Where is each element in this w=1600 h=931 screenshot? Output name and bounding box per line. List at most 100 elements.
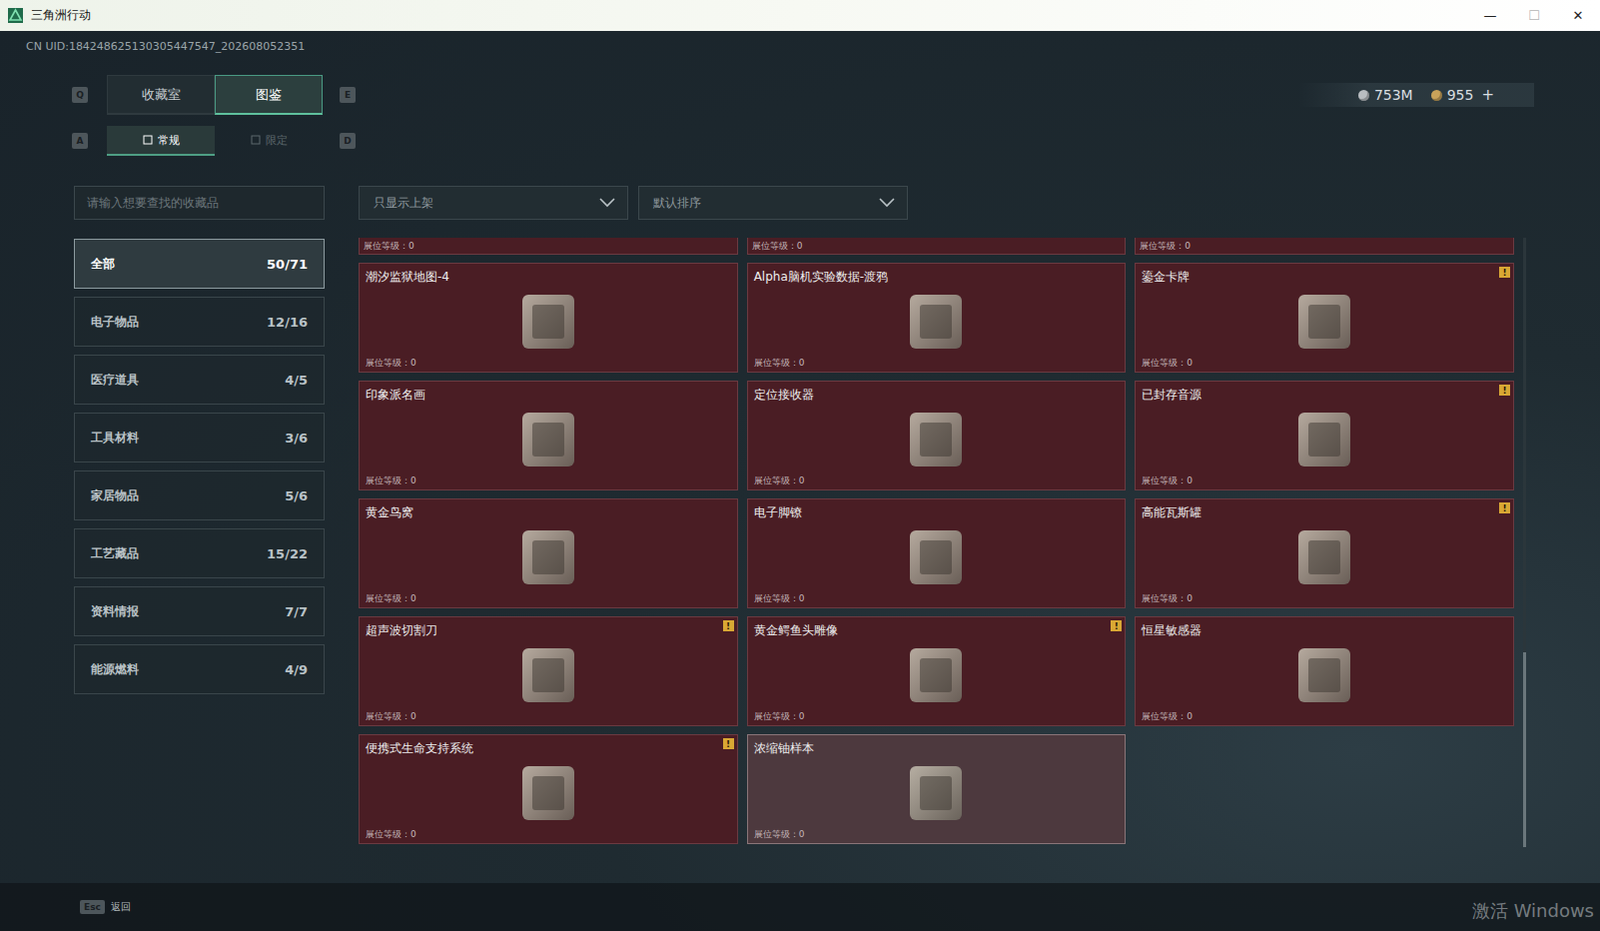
- item-card[interactable]: 浓缩铀样本展位等级：0: [747, 734, 1127, 844]
- key-hint: Esc: [79, 899, 105, 914]
- sub-tab[interactable]: 常规: [106, 125, 215, 156]
- main-tab-row: Q 收藏室图鉴 E 753M 955 +: [0, 74, 1600, 115]
- item-level: 展位等级：0: [365, 357, 732, 369]
- item-picture: [365, 638, 732, 712]
- partial-card[interactable]: 展位等级：0: [1134, 237, 1515, 255]
- scrollbar[interactable]: [1523, 237, 1527, 847]
- key-hint: E: [339, 86, 356, 103]
- item-card[interactable]: 鎏金卡牌展位等级：0!: [1134, 262, 1515, 373]
- item-level: 展位等级：0: [754, 357, 1120, 369]
- item-picture: [754, 520, 1120, 594]
- category-count: 4/9: [284, 662, 308, 678]
- item-level: 展位等级：0: [754, 475, 1120, 487]
- item-name: 黄金鳄鱼头雕像: [754, 622, 1120, 639]
- category-item[interactable]: 医疗道具4/5: [73, 354, 325, 405]
- item-card[interactable]: 潮汐监狱地图-4 展位等级：0: [358, 262, 739, 373]
- main-tabs: 收藏室图鉴: [106, 74, 323, 115]
- content-body: 全部50/71 电子物品12/16 医疗道具4/5 工具材料3/6 家居物品5/6 工艺藏…: [0, 185, 1600, 847]
- category-item[interactable]: 资料情报7/7: [73, 586, 325, 637]
- item-name: 电子脚镣: [754, 504, 1120, 521]
- game-logo-icon: [7, 7, 23, 23]
- category-item[interactable]: 全部50/71: [73, 238, 325, 289]
- item-picture-icon: [1286, 524, 1363, 591]
- item-name: 潮汐监狱地图-4: [365, 268, 732, 285]
- key-hint: A: [71, 132, 88, 149]
- category-item[interactable]: 工具材料3/6: [73, 412, 325, 463]
- item-card[interactable]: 黄金鸟窝展位等级：0: [358, 498, 739, 609]
- title-bar: 三角洲行动—☐✕: [0, 0, 1600, 31]
- search-input[interactable]: [73, 185, 325, 220]
- item-name: 便携式生命支持系统: [365, 740, 732, 757]
- sub-tab[interactable]: 限定: [214, 125, 323, 156]
- key-hint: D: [339, 132, 356, 149]
- window-control-button[interactable]: —: [1468, 0, 1513, 31]
- item-card[interactable]: 电子脚镣展位等级：0: [747, 498, 1127, 609]
- item-card[interactable]: 已封存音源展位等级：0!: [1134, 380, 1515, 491]
- item-name: 定位接收器: [754, 386, 1120, 403]
- category-list: 全部50/71 电子物品12/16 医疗道具4/5 工具材料3/6 家居物品5/6 工艺藏…: [73, 238, 325, 695]
- currency-bar: 753M 955 +: [1298, 82, 1535, 107]
- scrollbar-thumb[interactable]: [1523, 652, 1527, 847]
- item-card[interactable]: 便携式生命支持系统展位等级：0!: [358, 734, 739, 844]
- main-tab[interactable]: 图鉴: [214, 74, 323, 115]
- key-hint: Q: [71, 86, 88, 103]
- item-card[interactable]: 超声波切割刀展位等级：0!: [358, 616, 739, 727]
- filter-row: 只显示上架默认排序: [358, 185, 1533, 220]
- item-picture: [365, 284, 732, 358]
- item-picture: [365, 756, 732, 829]
- item-card[interactable]: Alpha脑机实验数据-渡鸦展位等级：0: [747, 262, 1127, 373]
- item-card[interactable]: 印象派名画展位等级：0: [358, 380, 739, 491]
- alert-badge: !: [1499, 266, 1511, 278]
- currency: 753M: [1358, 86, 1414, 103]
- main-tab[interactable]: 收藏室: [106, 74, 215, 115]
- item-picture: [754, 756, 1120, 829]
- category-item[interactable]: 电子物品12/16: [73, 296, 325, 347]
- item-card[interactable]: 定位接收器展位等级：0: [747, 380, 1127, 491]
- partial-card[interactable]: 展位等级：0: [358, 237, 739, 255]
- item-level: 展位等级：0: [754, 593, 1120, 605]
- item-level: 展位等级：0: [365, 711, 732, 723]
- filter-dropdown[interactable]: 只显示上架: [358, 185, 629, 220]
- window-title: 三角洲行动: [30, 6, 1469, 24]
- item-card[interactable]: 黄金鳄鱼头雕像展位等级：0!: [747, 616, 1127, 727]
- collection-screen: CN UID:184248625130305447547_20260805235…: [0, 30, 1600, 931]
- add-currency-button[interactable]: +: [1481, 85, 1495, 104]
- item-picture: [754, 638, 1120, 712]
- filter-dropdown[interactable]: 默认排序: [638, 185, 908, 220]
- item-name: 浓缩铀样本: [754, 740, 1120, 757]
- item-picture-icon: [510, 760, 587, 826]
- item-card[interactable]: 高能瓦斯罐展位等级：0!: [1134, 498, 1515, 609]
- item-picture-icon: [1286, 406, 1363, 473]
- alert-badge: !: [1499, 384, 1511, 396]
- item-picture: [1141, 520, 1508, 594]
- item-name: Alpha脑机实验数据-渡鸦: [754, 268, 1120, 285]
- currency: 955: [1431, 86, 1475, 103]
- item-picture: [365, 402, 732, 476]
- window-control-button[interactable]: ✕: [1556, 0, 1600, 31]
- footer-bar: Esc 返回: [0, 882, 1600, 931]
- item-picture-icon: [897, 760, 974, 826]
- item-grid-scroll: 展位等级：0展位等级：0展位等级：0潮汐监狱地图-4展位等级：0Alpha脑机实…: [358, 237, 1515, 847]
- category-item[interactable]: 能源燃料4/9: [73, 644, 325, 695]
- category-count: 5/6: [284, 488, 308, 504]
- item-picture: [1141, 638, 1508, 712]
- sidebar: 全部50/71 电子物品12/16 医疗道具4/5 工具材料3/6 家居物品5/6 工艺藏…: [73, 185, 325, 847]
- item-level: 展位等级：0: [365, 593, 732, 605]
- item-name: 超声波切割刀: [365, 622, 732, 639]
- item-level: 展位等级：0: [1141, 357, 1508, 369]
- partial-card[interactable]: 展位等级：0: [747, 237, 1127, 255]
- activation-watermark: 激活 Windows: [1472, 898, 1595, 923]
- item-grid-area: 展位等级：0展位等级：0展位等级：0潮汐监狱地图-4展位等级：0Alpha脑机实…: [358, 237, 1533, 847]
- partial-row: 展位等级：0 展位等级：0 展位等级：0: [358, 237, 1515, 255]
- category-item[interactable]: 工艺藏品15/22: [73, 528, 325, 579]
- item-picture-icon: [897, 288, 974, 355]
- alert-badge: !: [723, 738, 735, 750]
- item-name: 黄金鸟窝: [365, 504, 732, 521]
- category-count: 12/16: [266, 314, 308, 330]
- back-button[interactable]: 返回: [110, 899, 131, 914]
- category-item[interactable]: 家居物品5/6: [73, 470, 325, 521]
- item-picture-icon: [1286, 642, 1363, 709]
- item-picture-icon: [897, 642, 974, 709]
- item-card[interactable]: 恒星敏感器展位等级：0: [1134, 616, 1515, 727]
- item-level: 展位等级：0: [365, 828, 732, 840]
